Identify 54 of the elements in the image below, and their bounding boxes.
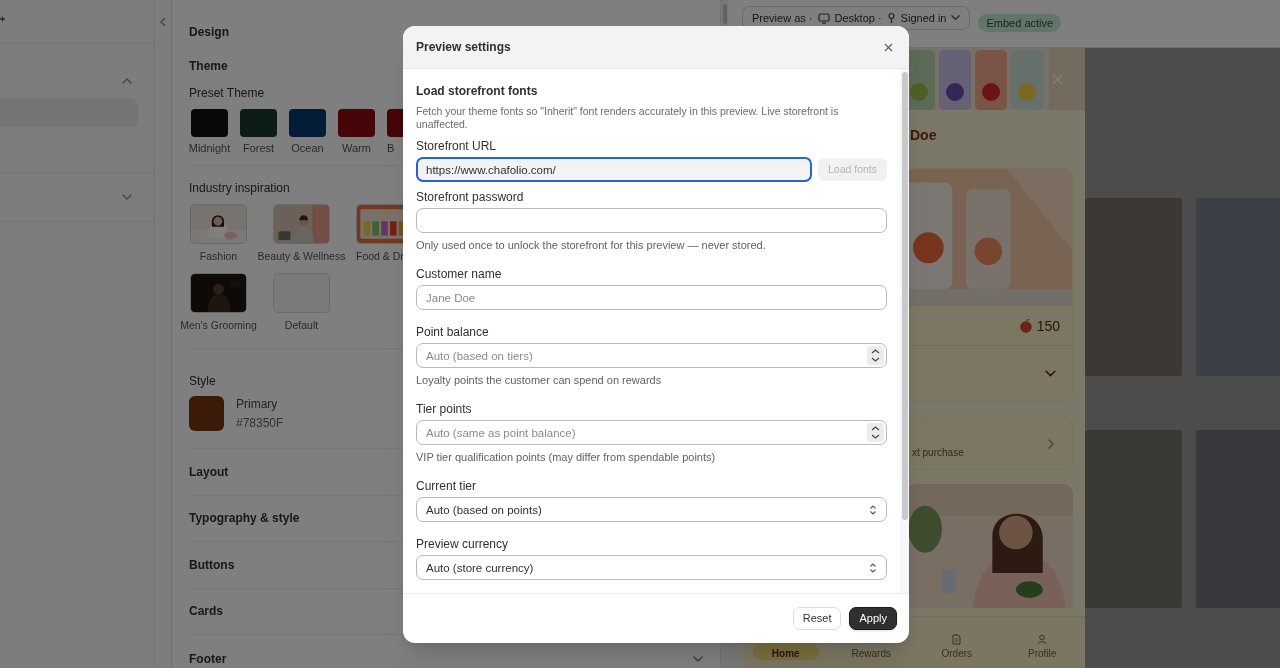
help-text: Loyalty points the customer can spend on rewards: [416, 374, 662, 387]
select-field[interactable]: Auto (store currency): [416, 555, 887, 580]
description-text: Fetch your theme fonts so "Inherit" font renders accurately in this preview. Live storefront is unaffected.: [416, 105, 840, 131]
selector-label: Preview as ·: [752, 10, 813, 26]
section-heading: Style: [189, 374, 216, 388]
input-field[interactable]: Auto (based on tiers): [416, 343, 887, 368]
reset-button[interactable]: Reset: [792, 607, 842, 630]
selector-label: Desktop ·: [834, 10, 882, 26]
selector-label: Signed in: [900, 10, 947, 26]
section-title[interactable]: Footer: [189, 651, 227, 666]
swatch-label: Forest: [242, 142, 275, 155]
greeting-text: Doe: [910, 127, 937, 143]
section-title[interactable]: Cards: [189, 604, 223, 619]
swatch-label: B: [387, 142, 395, 155]
industry-label: Food & Dr: [356, 250, 404, 263]
field-label: Storefront URL: [416, 139, 497, 153]
dialog-title: Preview settings: [416, 39, 511, 56]
section-heading: Theme: [189, 59, 228, 73]
tab-item[interactable]: Rewards: [838, 644, 904, 660]
points-value: 150: [1036, 317, 1060, 334]
section-title: Load storefront fonts: [416, 84, 538, 98]
swatch-label: Warm: [342, 142, 371, 155]
industry-label: Fashion: [199, 250, 238, 263]
input-field[interactable]: https://www.chafolio.com/: [416, 157, 812, 182]
field-label: Industry inspiration: [189, 181, 290, 195]
status-badge: Embed active: [978, 14, 1062, 32]
field-label: Current tier: [416, 479, 477, 493]
field-label: Preview currency: [416, 537, 509, 551]
color-value: #78350F: [236, 416, 284, 430]
color-name: Primary: [236, 397, 279, 411]
help-text: Only used once to unlock the storefront for this preview — never stored.: [416, 239, 766, 252]
section-title[interactable]: Buttons: [189, 557, 235, 572]
section-title[interactable]: Typography & style: [189, 511, 300, 526]
help-text: VIP tier qualification points (may differ from spendable points): [416, 451, 716, 464]
swatch-label: Ocean: [291, 142, 324, 155]
industry-label: Default: [284, 319, 319, 332]
field-label: Point balance: [416, 325, 489, 339]
panel-title: Design: [189, 25, 229, 39]
apply-button[interactable]: Apply: [849, 607, 897, 630]
input-field[interactable]: Jane Doe: [416, 285, 887, 310]
field-label: Customer name: [416, 267, 502, 281]
offer-text: xt purchase: [912, 446, 964, 460]
section-title[interactable]: Layout: [189, 464, 229, 479]
swatch-label: Midnight: [188, 142, 231, 155]
input-field[interactable]: Auto (same as point balance): [416, 420, 887, 445]
industry-label: Beauty & Wellness: [257, 250, 346, 263]
tab-item[interactable]: Profile: [1009, 630, 1075, 660]
tab-item[interactable]: Home: [753, 644, 819, 660]
field-label: Tier points: [416, 402, 472, 416]
tab-item[interactable]: Orders: [924, 630, 990, 660]
select-field[interactable]: Auto (based on points): [416, 497, 887, 522]
field-label: Storefront password: [416, 190, 524, 204]
field-label: Preset Theme: [189, 86, 265, 100]
industry-label: Men's Grooming: [180, 319, 257, 332]
